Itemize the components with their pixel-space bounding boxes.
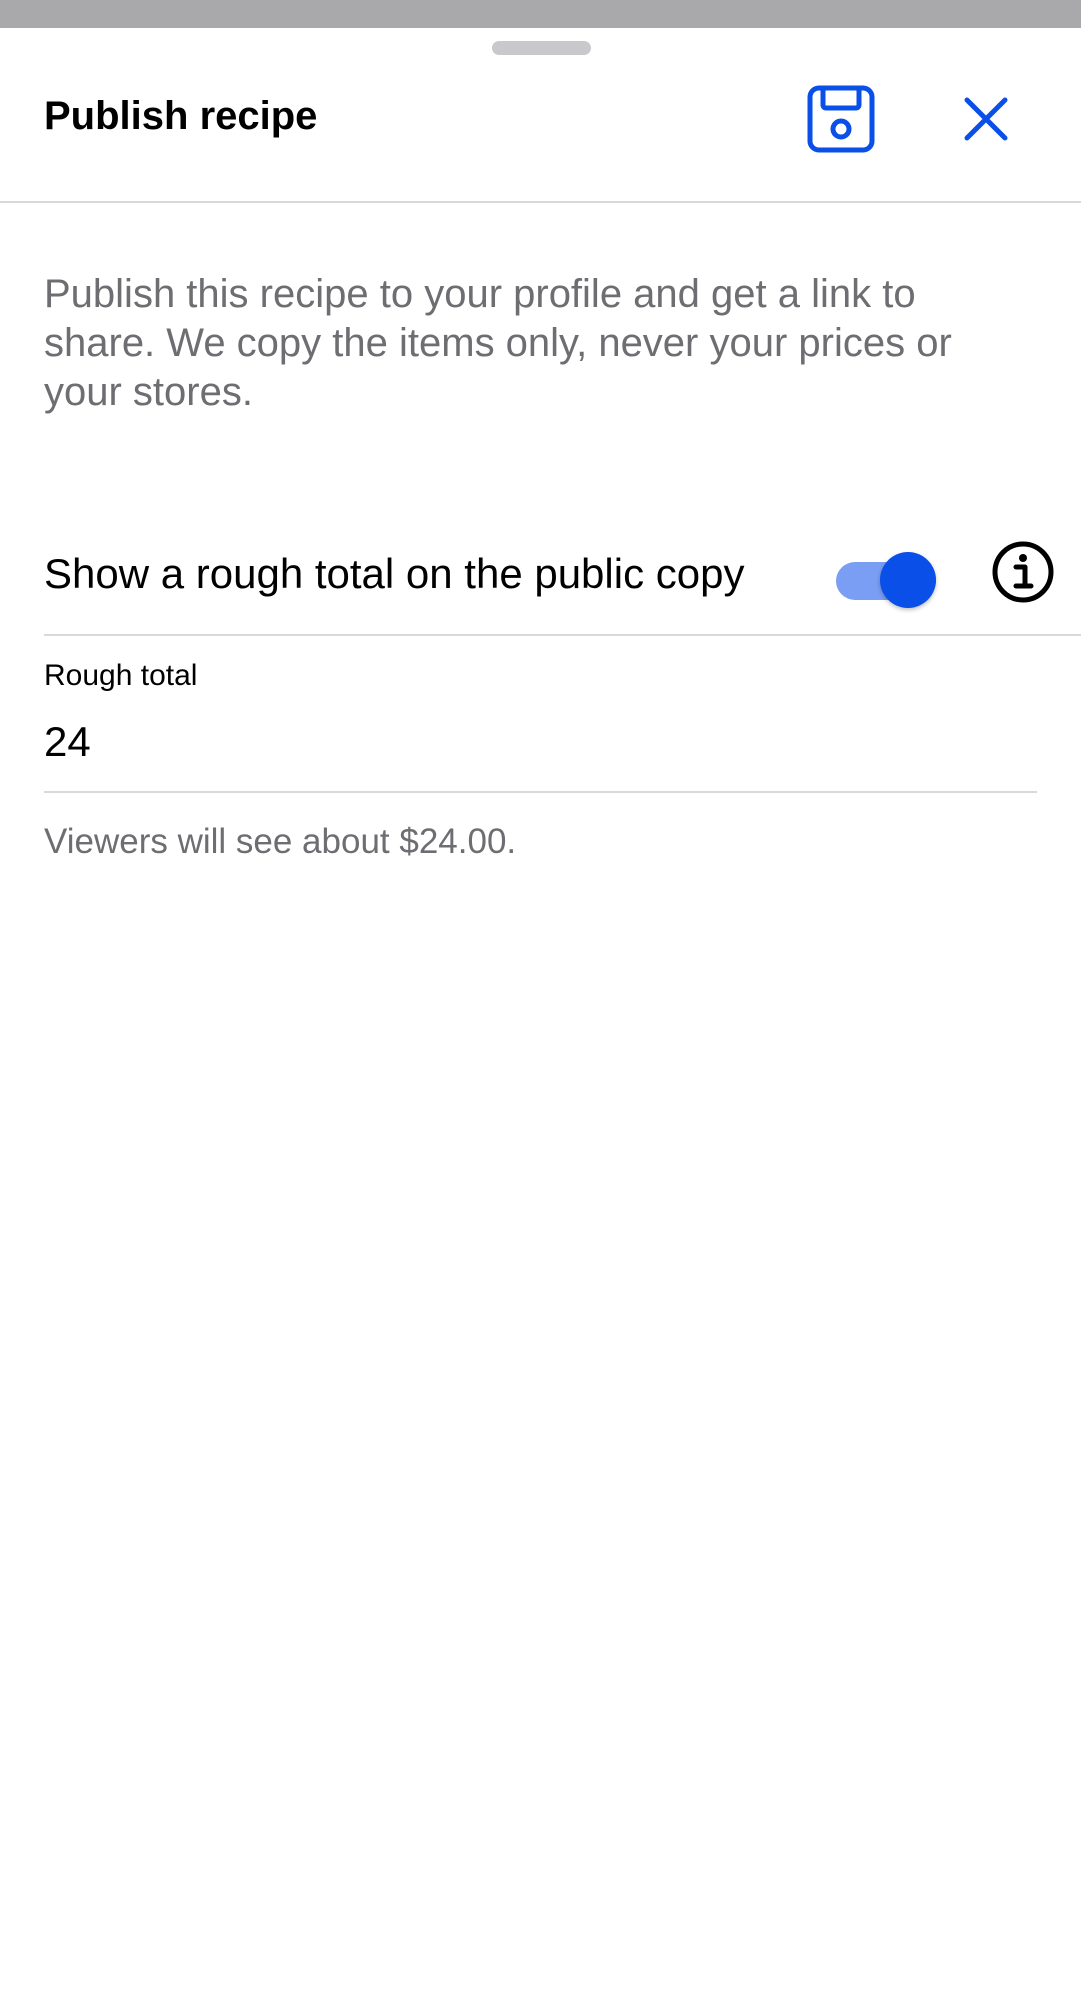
- sheet-header: Publish recipe: [0, 28, 1081, 203]
- close-button[interactable]: [945, 78, 1027, 160]
- info-icon: [992, 541, 1054, 603]
- close-icon: [964, 97, 1008, 141]
- publish-recipe-sheet: Publish recipe Publish this recipe to yo…: [0, 28, 1081, 1999]
- show-rough-total-label: Show a rough total on the public copy: [44, 550, 745, 597]
- show-rough-total-toggle[interactable]: [836, 544, 940, 608]
- show-rough-total-row: Show a rough total on the public copy: [44, 518, 1081, 636]
- rough-total-field: Rough total: [44, 656, 1037, 793]
- info-button[interactable]: [991, 540, 1061, 610]
- save-button[interactable]: [800, 78, 882, 160]
- rough-total-helper-text: Viewers will see about $24.00.: [44, 822, 517, 861]
- publish-description: Publish this recipe to your profile and …: [44, 272, 952, 414]
- save-icon: [807, 85, 875, 153]
- modal-backdrop[interactable]: [0, 0, 1081, 28]
- rough-total-input[interactable]: [44, 712, 1034, 772]
- toggle-thumb: [880, 552, 936, 608]
- page-title: Publish recipe: [44, 94, 318, 138]
- rough-total-label: Rough total: [44, 659, 198, 692]
